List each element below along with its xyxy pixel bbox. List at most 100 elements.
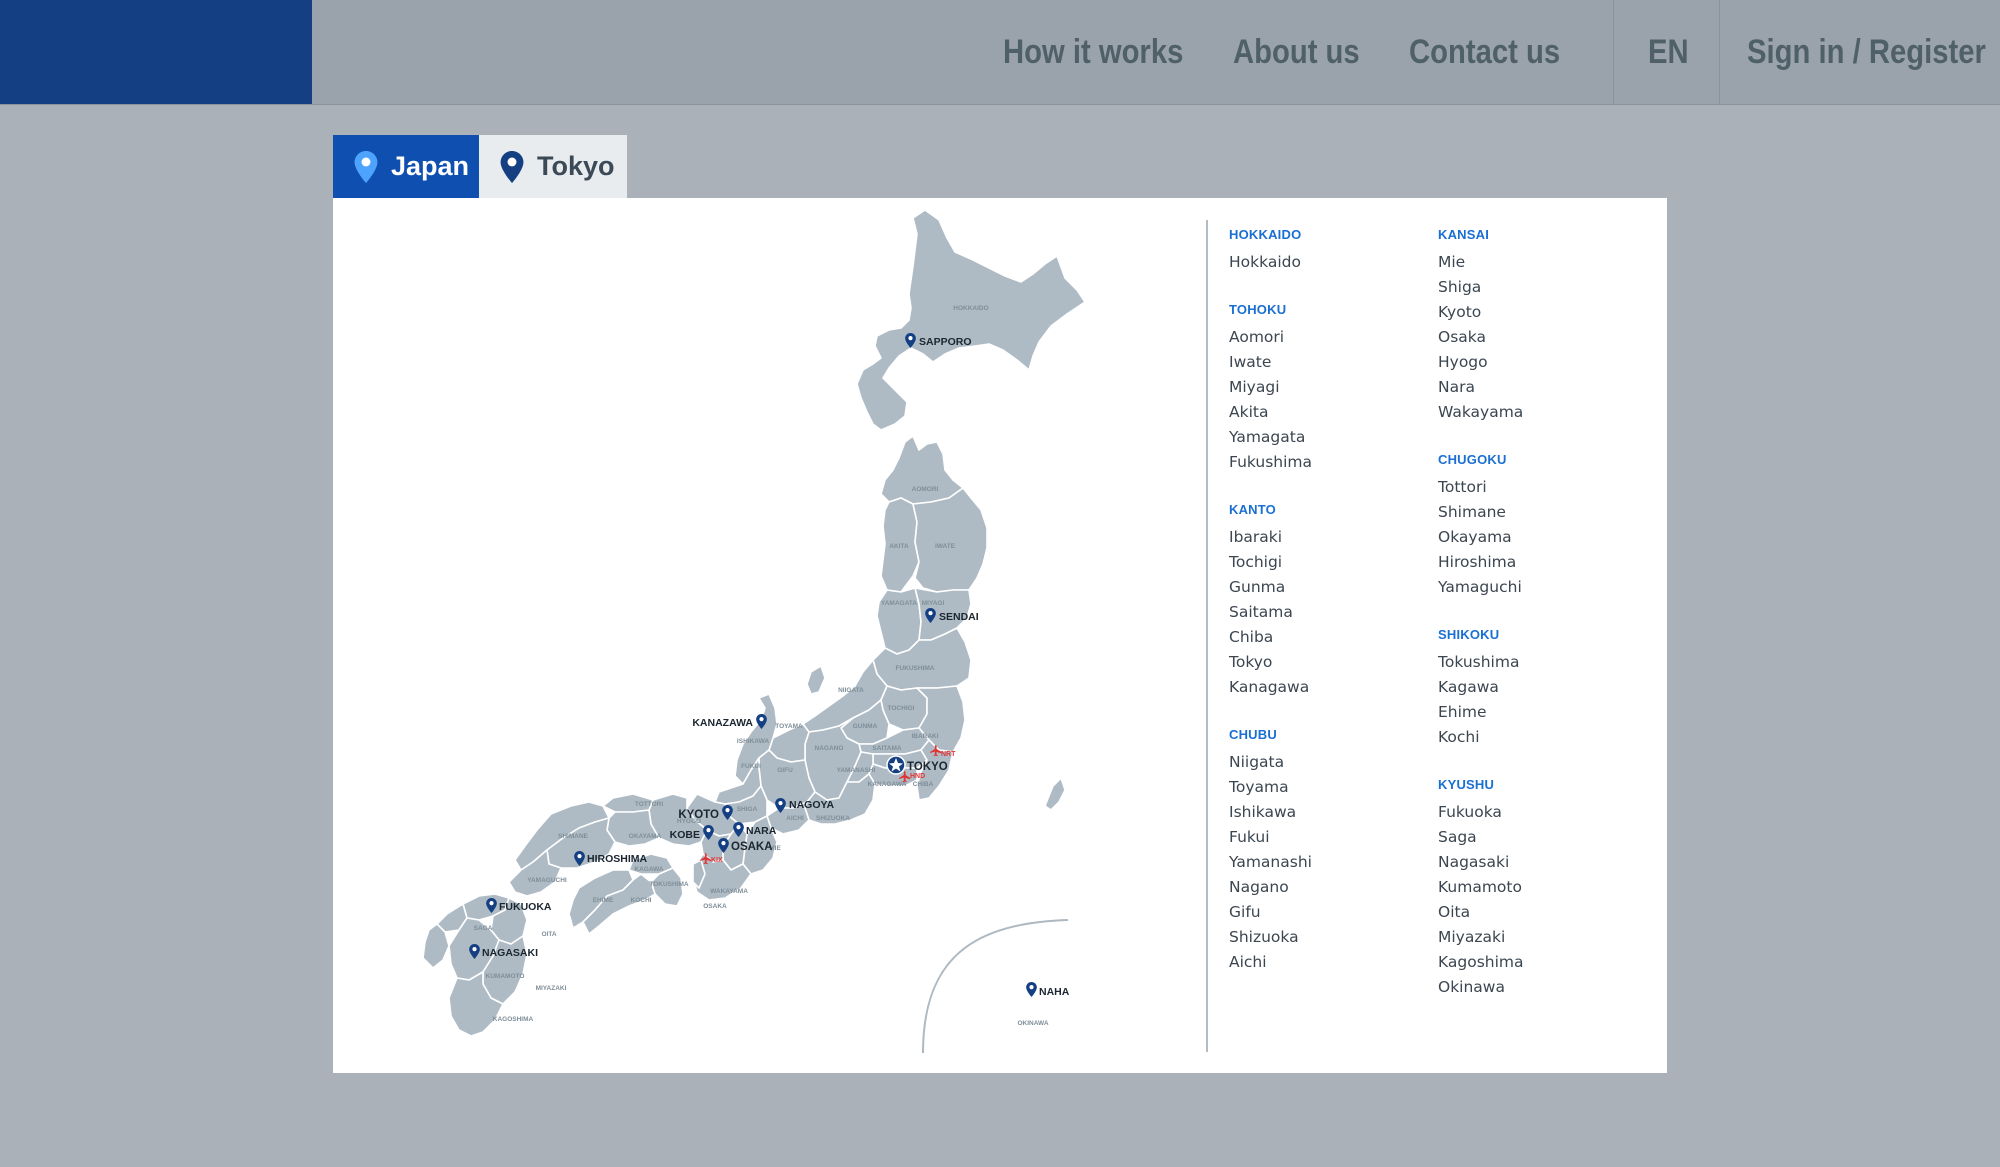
- prefecture-link-wakayama[interactable]: Wakayama: [1438, 400, 1638, 425]
- map-label-tochigi: TOCHIGI: [888, 705, 915, 712]
- prefecture-iwate[interactable]: [912, 487, 988, 593]
- location-pin-icon: [1026, 982, 1037, 997]
- map-label-yamaguchi: YAMAGUCHI: [527, 877, 567, 884]
- prefecture-link-ehime[interactable]: Ehime: [1438, 700, 1638, 725]
- prefecture-link-ibaraki[interactable]: Ibaraki: [1229, 525, 1429, 550]
- prefecture-link-saitama[interactable]: Saitama: [1229, 600, 1429, 625]
- city-marker-layer: SAPPORO SENDAI KANAZAWA TOKYO NAGOYA KYO…: [469, 333, 1070, 998]
- map-label-gunma: GUNMA: [853, 723, 878, 730]
- map-label-kagawa: KAGAWA: [634, 866, 664, 873]
- map-card: HOKKAIDO AOMORI AKITA IWATE YAMAGATA MIY…: [333, 198, 1667, 1073]
- prefecture-link-fukushima[interactable]: Fukushima: [1229, 450, 1429, 475]
- prefecture-link-kagoshima[interactable]: Kagoshima: [1438, 950, 1638, 975]
- prefecture-link-miyagi[interactable]: Miyagi: [1229, 375, 1429, 400]
- prefecture-link-ishikawa[interactable]: Ishikawa: [1229, 800, 1429, 825]
- region-heading: CHUBU: [1229, 727, 1277, 742]
- prefecture-link-niigata[interactable]: Niigata: [1229, 750, 1429, 775]
- map-label-shimane: SHIMANE: [558, 833, 589, 840]
- nav-contact-us[interactable]: Contact us: [1409, 26, 1560, 78]
- prefecture-link-tottori[interactable]: Tottori: [1438, 475, 1638, 500]
- prefecture-link-yamaguchi[interactable]: Yamaguchi: [1438, 575, 1638, 600]
- prefecture-link-gifu[interactable]: Gifu: [1229, 900, 1429, 925]
- map-label-wakayama: WAKAYAMA: [710, 888, 748, 895]
- airport-label-hnd: HND: [910, 773, 925, 780]
- prefecture-link-kochi[interactable]: Kochi: [1438, 725, 1638, 750]
- prefecture-link-hokkaido[interactable]: Hokkaido: [1229, 250, 1429, 275]
- city-label-tokyo: TOKYO: [907, 761, 948, 773]
- map-label-osaka: OSAKA: [703, 903, 727, 910]
- map-label-kumamoto: KUMAMOTO: [486, 973, 525, 980]
- top-navigation-bar: How it works About us Contact us EN Sign…: [0, 0, 2000, 105]
- prefecture-link-shiga[interactable]: Shiga: [1438, 275, 1638, 300]
- prefecture-link-akita[interactable]: Akita: [1229, 400, 1429, 425]
- prefecture-link-aomori[interactable]: Aomori: [1229, 325, 1429, 350]
- prefecture-link-kagawa[interactable]: Kagawa: [1438, 675, 1638, 700]
- map-label-fukushima: FUKUSHIMA: [896, 665, 935, 672]
- location-pin-icon: [499, 151, 525, 183]
- prefecture-link-shimane[interactable]: Shimane: [1438, 500, 1638, 525]
- prefecture-link-tokushima[interactable]: Tokushima: [1438, 650, 1638, 675]
- map-label-yamagata: YAMAGATA: [881, 600, 917, 607]
- tab-tokyo[interactable]: Tokyo: [479, 135, 627, 198]
- region-tohoku: TOHOKU Aomori Iwate Miyagi Akita Yamagata Fuku…: [1229, 301, 1429, 475]
- prefecture-link-yamagata[interactable]: Yamagata: [1229, 425, 1429, 450]
- prefecture-link-miyazaki[interactable]: Miyazaki: [1438, 925, 1638, 950]
- prefecture-link-tochigi[interactable]: Tochigi: [1229, 550, 1429, 575]
- map-label-okinawa: OKINAWA: [1017, 1020, 1048, 1027]
- prefecture-link-aichi[interactable]: Aichi: [1229, 950, 1429, 975]
- prefecture-link-tokyo[interactable]: Tokyo: [1229, 650, 1429, 675]
- prefecture-link-iwate[interactable]: Iwate: [1229, 350, 1429, 375]
- city-marker-naha[interactable]: NAHA: [1026, 982, 1070, 998]
- map-label-saga: SAGA: [474, 925, 493, 932]
- prefecture-link-saga[interactable]: Saga: [1438, 825, 1638, 850]
- city-label-kanazawa: KANAZAWA: [692, 717, 753, 729]
- prefecture-link-hyogo[interactable]: Hyogo: [1438, 350, 1638, 375]
- prefecture-link-chiba[interactable]: Chiba: [1229, 625, 1429, 650]
- prefecture-link-nagano[interactable]: Nagano: [1229, 875, 1429, 900]
- prefecture-link-oita[interactable]: Oita: [1438, 900, 1638, 925]
- nav-how-it-works[interactable]: How it works: [1003, 26, 1183, 78]
- city-label-naha: NAHA: [1039, 986, 1070, 998]
- prefecture-link-nagasaki[interactable]: Nagasaki: [1438, 850, 1638, 875]
- prefecture-link-toyama[interactable]: Toyama: [1229, 775, 1429, 800]
- map-label-niigata: NIIGATA: [838, 687, 864, 694]
- region-chubu: CHUBU Niigata Toyama Ishikawa Fukui Yamanashi…: [1229, 726, 1429, 975]
- prefecture-hokkaido[interactable]: [856, 209, 1086, 431]
- prefecture-link-okayama[interactable]: Okayama: [1438, 525, 1638, 550]
- region-heading: TOHOKU: [1229, 302, 1287, 317]
- prefecture-link-kumamoto[interactable]: Kumamoto: [1438, 875, 1638, 900]
- prefecture-link-okinawa[interactable]: Okinawa: [1438, 975, 1638, 1000]
- prefecture-link-mie[interactable]: Mie: [1438, 250, 1638, 275]
- map-label-oita: OITA: [541, 931, 556, 938]
- prefecture-aomori[interactable]: [880, 435, 964, 505]
- map-label-aomori: AOMORI: [912, 486, 939, 493]
- city-label-kobe: KOBE: [670, 829, 700, 841]
- prefecture-link-kanagawa[interactable]: Kanagawa: [1229, 675, 1429, 700]
- city-marker-nara[interactable]: NARA: [733, 822, 777, 837]
- tab-japan[interactable]: Japan: [333, 135, 479, 198]
- map-label-tokushima: TOKUSHIMA: [649, 881, 689, 888]
- city-label-sapporo: SAPPORO: [919, 336, 972, 348]
- region-heading: KANSAI: [1438, 227, 1490, 242]
- prefecture-link-fukui[interactable]: Fukui: [1229, 825, 1429, 850]
- city-label-nara: NARA: [746, 825, 777, 837]
- map-label-gifu: GIFU: [777, 767, 793, 774]
- prefecture-link-gunma[interactable]: Gunma: [1229, 575, 1429, 600]
- language-selector[interactable]: EN: [1648, 26, 1689, 78]
- prefecture-link-yamanashi[interactable]: Yamanashi: [1229, 850, 1429, 875]
- prefecture-link-nara[interactable]: Nara: [1438, 375, 1638, 400]
- city-label-sendai: SENDAI: [939, 611, 979, 623]
- island-okinawa[interactable]: [1044, 777, 1066, 811]
- city-label-kyoto: KYOTO: [678, 809, 719, 821]
- sign-in-register-link[interactable]: Sign in / Register: [1747, 26, 1986, 78]
- region-kyushu: KYUSHU Fukuoka Saga Nagasaki Kumamoto Oita Miy…: [1438, 776, 1638, 1000]
- region-heading: CHUGOKU: [1438, 452, 1507, 467]
- prefecture-link-hiroshima[interactable]: Hiroshima: [1438, 550, 1638, 575]
- prefecture-link-osaka[interactable]: Osaka: [1438, 325, 1638, 350]
- prefecture-link-shizuoka[interactable]: Shizuoka: [1229, 925, 1429, 950]
- prefecture-link-kyoto[interactable]: Kyoto: [1438, 300, 1638, 325]
- region-column-right: KANSAI Mie Shiga Kyoto Osaka Hyogo Nara Wakayam…: [1438, 226, 1638, 1026]
- prefecture-link-fukuoka[interactable]: Fukuoka: [1438, 800, 1638, 825]
- nav-about-us[interactable]: About us: [1233, 26, 1360, 78]
- brand-logo-block[interactable]: [0, 0, 312, 104]
